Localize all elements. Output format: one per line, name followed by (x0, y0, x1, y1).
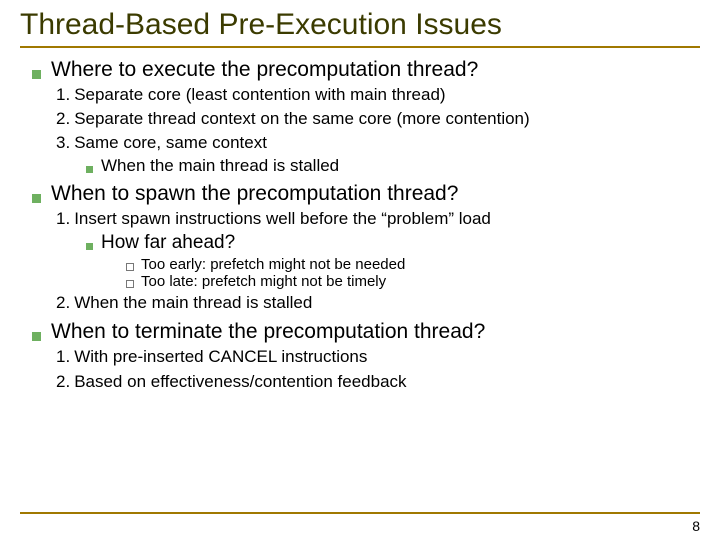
slide: Thread-Based Pre-Execution Issues Where … (0, 0, 720, 393)
list-text: Separate core (least contention with mai… (74, 85, 445, 104)
list-item: 1.With pre-inserted CANCEL instructions (56, 346, 700, 368)
sub-sub-item: Too early: prefetch might not be needed (126, 256, 700, 273)
square-bullet-icon (32, 332, 41, 341)
footer-underline (20, 512, 700, 514)
section-heading-text: Where to execute the precomputation thre… (51, 58, 478, 82)
title-underline (20, 46, 700, 48)
slide-title: Thread-Based Pre-Execution Issues (20, 8, 700, 42)
list-number: 2. (56, 293, 70, 312)
list-item: 2.Separate thread context on the same co… (56, 108, 700, 130)
list-number: 1. (56, 209, 70, 228)
section-heading-text: When to terminate the precomputation thr… (51, 320, 485, 344)
list-number: 1. (56, 347, 70, 366)
square-bullet-icon (32, 70, 41, 79)
list-text: Based on effectiveness/contention feedba… (74, 372, 406, 391)
list-item: 1.Insert spawn instructions well before … (56, 208, 700, 230)
sub-item-text: How far ahead? (101, 232, 235, 254)
list-text: When the main thread is stalled (74, 293, 312, 312)
list-number: 1. (56, 85, 70, 104)
list-number: 2. (56, 372, 70, 391)
list-item: 3.Same core, same context (56, 132, 700, 154)
list-item: 2.Based on effectiveness/contention feed… (56, 371, 700, 393)
list-text: With pre-inserted CANCEL instructions (74, 347, 367, 366)
sub-item: When the main thread is stalled (86, 156, 700, 176)
square-bullet-icon (86, 166, 93, 173)
hollow-square-bullet-icon (126, 263, 134, 271)
section-heading: When to terminate the precomputation thr… (32, 320, 700, 344)
list-text: Same core, same context (74, 133, 267, 152)
list-number: 3. (56, 133, 70, 152)
list-number: 2. (56, 109, 70, 128)
list-text: Insert spawn instructions well before th… (74, 209, 491, 228)
square-bullet-icon (32, 194, 41, 203)
page-number: 8 (692, 518, 700, 534)
section-heading: When to spawn the precomputation thread? (32, 182, 700, 206)
sub-item: How far ahead? (86, 232, 700, 254)
section-heading: Where to execute the precomputation thre… (32, 58, 700, 82)
list-item: 2.When the main thread is stalled (56, 292, 700, 314)
sub-sub-item-text: Too early: prefetch might not be needed (141, 256, 405, 273)
section-heading-text: When to spawn the precomputation thread? (51, 182, 458, 206)
hollow-square-bullet-icon (126, 280, 134, 288)
list-item: 1.Separate core (least contention with m… (56, 84, 700, 106)
sub-sub-item: Too late: prefetch might not be timely (126, 273, 700, 290)
list-text: Separate thread context on the same core… (74, 109, 529, 128)
square-bullet-icon (86, 243, 93, 250)
sub-item-text: When the main thread is stalled (101, 156, 339, 176)
sub-sub-item-text: Too late: prefetch might not be timely (141, 273, 386, 290)
